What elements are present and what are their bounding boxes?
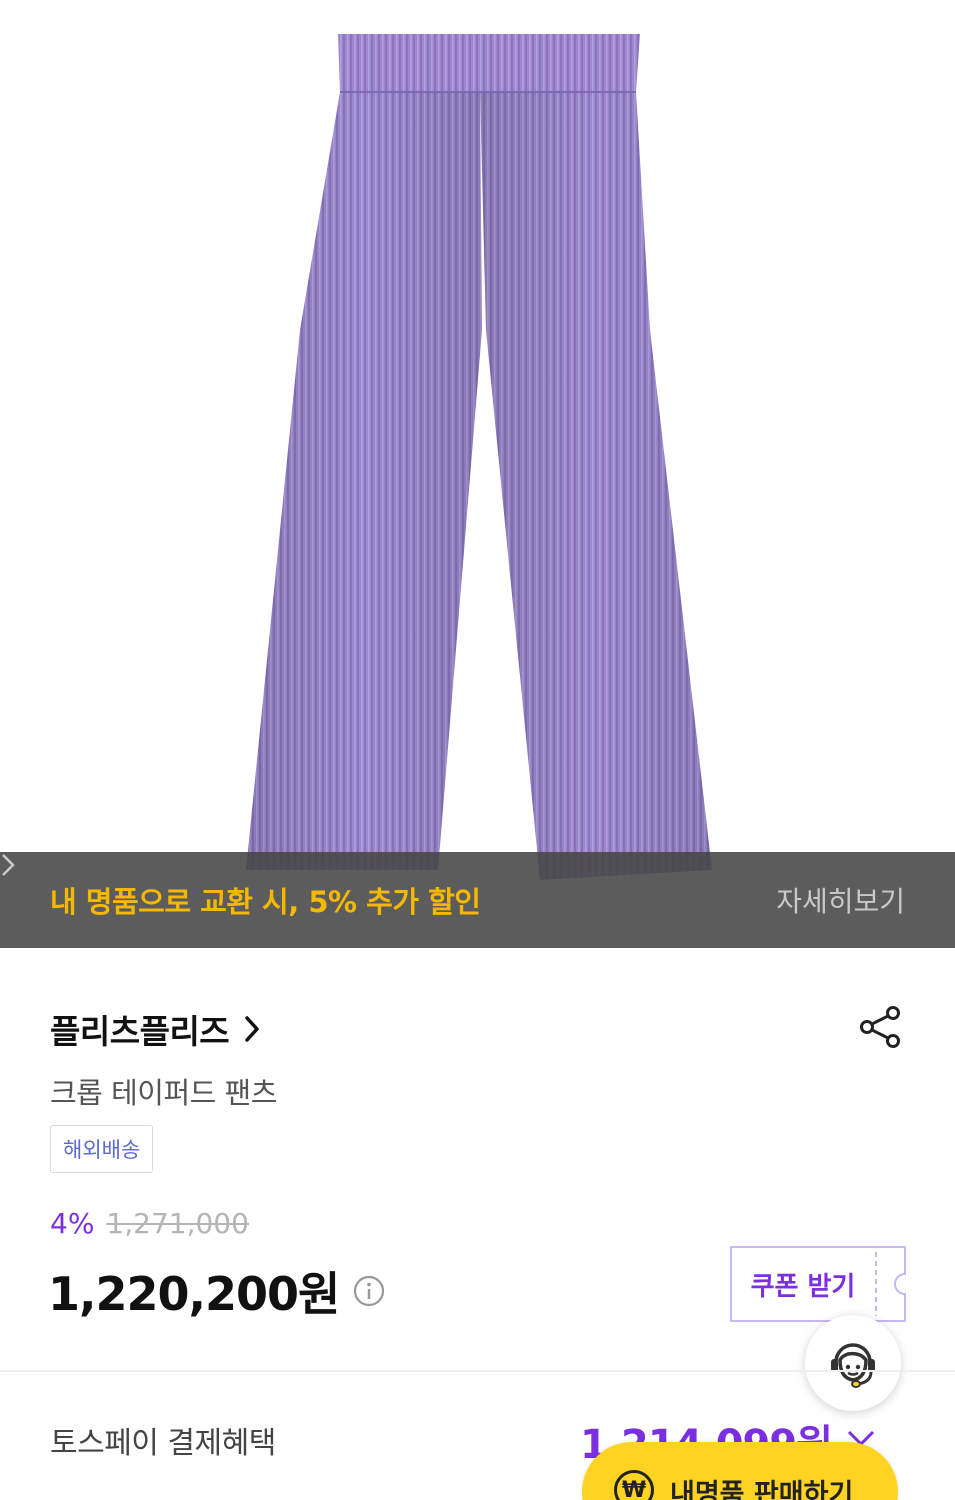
discount-row: 4% 1,271,000	[50, 1207, 249, 1240]
product-image[interactable]: 내 명품으로 교환 시, 5% 추가 할인 자세히보기	[0, 0, 955, 948]
pleated-pants-image	[246, 34, 712, 880]
coupon-label: 쿠폰 받기	[750, 1271, 856, 1302]
promo-more-label: 자세히보기	[776, 885, 905, 918]
headset-agent-icon	[831, 1343, 875, 1388]
exchange-discount-banner[interactable]: 내 명품으로 교환 시, 5% 추가 할인 자세히보기	[0, 852, 955, 948]
discount-percent: 4%	[50, 1207, 95, 1240]
info-icon[interactable]	[353, 1275, 385, 1307]
price-row: 1,220,200원	[48, 1258, 385, 1324]
section-divider	[0, 1370, 955, 1372]
coupon-button[interactable]: 쿠폰 받기	[730, 1246, 906, 1322]
share-icon[interactable]	[858, 1004, 904, 1050]
sell-my-luxury-button[interactable]: ₩ 내명품 판매하기	[582, 1442, 898, 1500]
brand-name: 플리츠플리즈	[50, 1012, 230, 1051]
customer-service-button[interactable]	[805, 1315, 901, 1411]
sale-price: 1,220,200원	[48, 1267, 340, 1321]
sell-button-label: 내명품 판매하기	[670, 1479, 854, 1500]
toss-pay-benefit-label: 토스페이 결제혜택	[50, 1426, 276, 1461]
chevron-right-icon	[2, 854, 15, 876]
original-price: 1,271,000	[106, 1207, 249, 1240]
chevron-right-icon	[245, 1016, 259, 1042]
overseas-shipping-badge: 해외배송	[50, 1125, 154, 1173]
product-name: 크롭 테이퍼드 팬츠	[50, 1076, 277, 1110]
promo-more-link[interactable]: 자세히보기	[2, 854, 905, 920]
won-coin-icon: ₩	[614, 1470, 654, 1500]
promo-text: 내 명품으로 교환 시, 5% 추가 할인	[50, 885, 481, 919]
brand-link[interactable]: 플리츠플리즈	[50, 1005, 261, 1053]
